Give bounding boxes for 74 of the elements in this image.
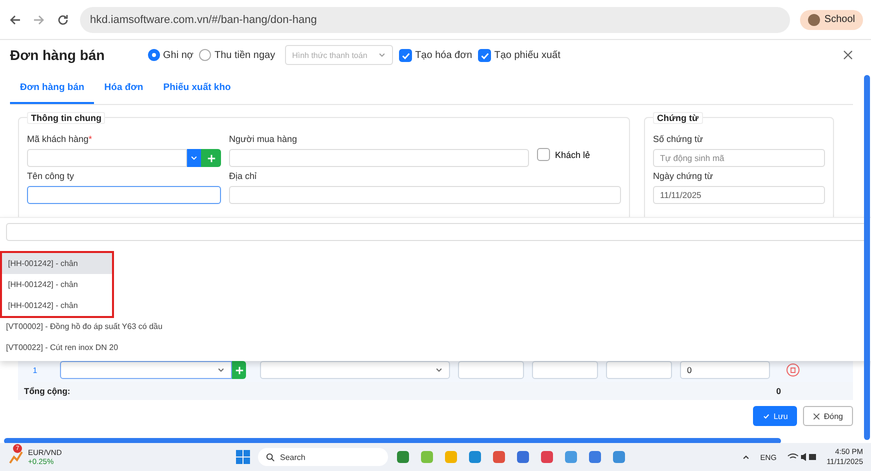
dropdown-option[interactable]: [HH-001242] - chân — [2, 274, 112, 295]
table-input[interactable] — [606, 361, 672, 379]
profile-button[interactable]: School — [800, 10, 863, 30]
app-icon[interactable] — [612, 450, 626, 464]
voucher-number-field[interactable]: Tự động sinh mã — [653, 149, 825, 167]
product-select[interactable] — [60, 361, 232, 379]
dialog-title: Đơn hàng bán — [10, 47, 106, 63]
app-icon[interactable] — [396, 450, 410, 464]
total-value: 0 — [776, 386, 781, 396]
close-button[interactable]: Đóng — [802, 406, 853, 426]
row-number: 1 — [32, 366, 38, 374]
scrollbar-thumb[interactable] — [864, 75, 870, 440]
table-input[interactable] — [458, 361, 524, 379]
dropdown-option[interactable]: [HH-001242] - chân — [2, 295, 112, 316]
buyer-field[interactable] — [229, 149, 529, 167]
walk-in-checkbox[interactable]: Khách lẻ — [537, 148, 590, 161]
dropdown-option[interactable]: [VT00002] - Đồng hồ đo áp suất Y63 có dầu — [0, 316, 871, 337]
tab[interactable]: Phiếu xuất kho — [153, 76, 241, 104]
dropdown-option[interactable]: [HH-001242] - chân — [2, 253, 112, 274]
table-input[interactable] — [532, 361, 598, 379]
address-bar[interactable]: hkd.iamsoftware.com.vn/#/ban-hang/don-hang — [80, 6, 790, 32]
dropdown-option[interactable]: [VT00022] - Cút ren inox DN 20 — [0, 337, 871, 358]
unit-select[interactable] — [260, 361, 450, 379]
payment-radio[interactable]: Thu tiền ngay — [199, 49, 276, 61]
chevron-icon — [190, 154, 198, 162]
add-button[interactable] — [232, 361, 246, 379]
field-label: Số chứng từ — [653, 134, 704, 146]
date-field[interactable]: 11/11/2025 — [653, 186, 825, 204]
chevron-icon — [378, 51, 386, 59]
start-icon[interactable] — [236, 450, 250, 464]
field-label: Ngày chứng từ — [653, 171, 714, 183]
app-icon[interactable] — [492, 450, 506, 464]
field-label: Người mua hàng — [229, 134, 298, 146]
delete-icon[interactable] — [786, 363, 800, 377]
chevron-icon — [217, 366, 225, 374]
payment-radio[interactable]: Ghi nợ — [148, 49, 194, 61]
app-icon[interactable] — [564, 450, 578, 464]
section-title: Chứng từ — [653, 112, 703, 124]
company-field[interactable] — [27, 186, 221, 204]
forward-icon[interactable] — [32, 12, 46, 26]
app-icon[interactable] — [420, 450, 434, 464]
system-tray-drawing[interactable] — [786, 452, 817, 462]
address-field[interactable] — [229, 186, 621, 204]
customer-code-field[interactable] — [27, 149, 187, 167]
close-icon — [812, 412, 820, 420]
reload-icon[interactable] — [56, 12, 70, 26]
section-title: Thông tin chung — [27, 112, 106, 124]
app-icon[interactable] — [588, 450, 602, 464]
amount-field[interactable]: 0 — [680, 361, 770, 379]
add-button[interactable] — [201, 149, 221, 167]
plus-icon — [234, 366, 244, 374]
close-icon[interactable] — [843, 50, 853, 60]
option-checkbox[interactable]: Tạo phiếu xuất — [478, 48, 560, 62]
app-icon[interactable] — [516, 450, 530, 464]
plus-icon — [206, 154, 216, 162]
chevron-up-icon[interactable] — [742, 453, 750, 461]
field-label: Mã khách hàng* — [27, 134, 94, 146]
chevron-icon — [435, 366, 443, 374]
taskbar-search[interactable]: Search — [258, 448, 388, 466]
field-label: Địa chỉ — [229, 171, 258, 183]
field-label: Tên công ty — [27, 171, 76, 183]
check-icon — [762, 412, 770, 420]
app-icon[interactable] — [468, 450, 482, 464]
app-icon[interactable] — [540, 450, 554, 464]
back-icon[interactable] — [8, 12, 22, 26]
tab[interactable]: Hóa đơn — [94, 76, 154, 104]
save-button[interactable]: Lưu — [752, 406, 797, 426]
chart-icon — [8, 449, 24, 465]
total-label: Tổng cộng: — [24, 386, 70, 396]
dropdown-button[interactable] — [187, 149, 201, 167]
tab[interactable]: Đơn hàng bán — [10, 76, 94, 104]
search-field[interactable] — [6, 223, 867, 241]
search-icon — [266, 452, 275, 462]
option-checkbox[interactable]: Tạo hóa đơn — [399, 48, 472, 62]
